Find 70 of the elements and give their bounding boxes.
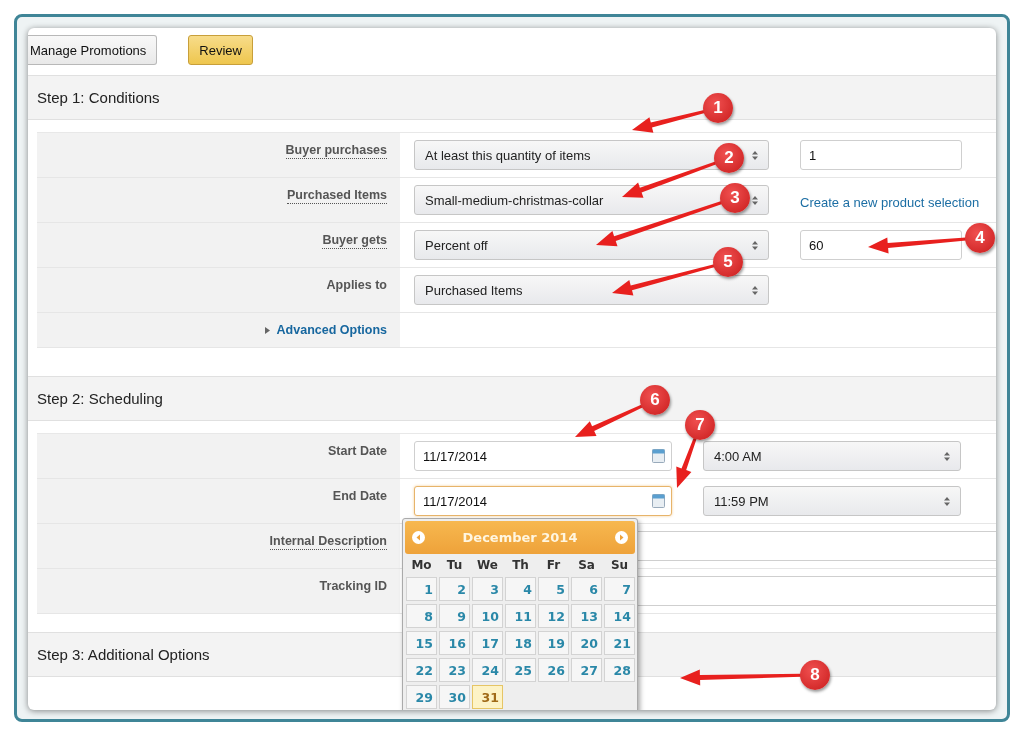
month-title: December 2014	[462, 530, 578, 545]
select-chevron-icon	[752, 150, 758, 160]
date-input-field[interactable]: 11/17/2014	[414, 441, 672, 471]
calendar-day[interactable]: 20	[571, 631, 602, 655]
manage-promotions-button[interactable]: Manage Promotions	[28, 35, 158, 65]
calendar-icon[interactable]	[652, 494, 665, 508]
review-button[interactable]: Review	[188, 35, 253, 65]
date-input-field[interactable]: 11/17/2014	[414, 486, 672, 516]
calendar-day[interactable]: 15	[406, 631, 437, 655]
advanced-options-link[interactable]: Advanced Options	[264, 323, 387, 337]
field-label: Purchased Items	[286, 188, 387, 204]
calendar-day[interactable]: 9	[439, 604, 470, 628]
select-chevron-icon	[944, 451, 950, 461]
select-chevron-icon	[944, 496, 950, 506]
calendar-day[interactable]: 4	[505, 577, 536, 601]
next-month-icon[interactable]	[615, 531, 628, 544]
calendar-day[interactable]: 26	[538, 658, 569, 682]
annotation-arrow	[575, 404, 643, 437]
calendar-day[interactable]: 29	[406, 685, 437, 709]
field-label: Tracking ID	[319, 579, 387, 594]
previous-month-icon[interactable]	[412, 531, 425, 544]
calendar-icon[interactable]	[652, 449, 665, 463]
calendar-day[interactable]: 19	[538, 631, 569, 655]
calendar-day[interactable]: 3	[472, 577, 503, 601]
calendar-day[interactable]: 30	[439, 685, 470, 709]
time-select[interactable]: 11:59 PM	[703, 486, 961, 516]
calendar-day[interactable]: 5	[538, 577, 569, 601]
create-selection-link[interactable]: Create a new product selection	[800, 194, 980, 210]
time-select[interactable]: 4:00 AM	[703, 441, 961, 471]
calendar-day[interactable]: 21	[604, 631, 635, 655]
calendar-day[interactable]: 7	[604, 577, 635, 601]
field-label: Buyer purchases	[285, 143, 387, 159]
calendar-day[interactable]: 31	[472, 685, 503, 709]
calendar-day[interactable]: 18	[505, 631, 536, 655]
calendar-day[interactable]: 22	[406, 658, 437, 682]
select-chevron-icon	[752, 240, 758, 250]
weekday-header: Tu	[445, 557, 464, 574]
select-chevron-icon	[752, 285, 758, 295]
field-label: Internal Description	[269, 534, 387, 550]
weekday-header: Su	[609, 557, 630, 574]
input-field[interactable]: 60	[800, 230, 962, 260]
dropdown-select[interactable]: Purchased Items	[414, 275, 769, 305]
weekday-header: Mo	[410, 557, 433, 574]
calendar-day[interactable]: 13	[571, 604, 602, 628]
calendar-day[interactable]: 24	[472, 658, 503, 682]
calendar-day[interactable]: 11	[505, 604, 536, 628]
calendar-day[interactable]: 23	[439, 658, 470, 682]
calendar-day[interactable]: 6	[571, 577, 602, 601]
calendar-day[interactable]: 2	[439, 577, 470, 601]
calendar-day[interactable]: 14	[604, 604, 635, 628]
weekday-header: We	[476, 557, 499, 574]
calendar-day[interactable]: 10	[472, 604, 503, 628]
calendar-day[interactable]: 27	[571, 658, 602, 682]
weekday-header: Fr	[545, 557, 562, 574]
annotation-arrow	[676, 437, 697, 488]
weekday-header: Sa	[577, 557, 596, 574]
input-field[interactable]: 1	[800, 140, 962, 170]
calendar-day[interactable]: 16	[439, 631, 470, 655]
field-label: End Date	[332, 489, 387, 504]
calendar-day[interactable]: 25	[505, 658, 536, 682]
weekday-header: Th	[511, 557, 530, 574]
calendar-day[interactable]: 17	[472, 631, 503, 655]
calendar-day[interactable]: 1	[406, 577, 437, 601]
field-label: Start Date	[327, 444, 387, 459]
field-label: Applies to	[326, 278, 387, 293]
calendar-day[interactable]: 28	[604, 658, 635, 682]
calendar-day[interactable]: 8	[406, 604, 437, 628]
select-chevron-icon	[752, 195, 758, 205]
calendar-day[interactable]: 12	[538, 604, 569, 628]
field-label: Buyer gets	[322, 233, 387, 249]
